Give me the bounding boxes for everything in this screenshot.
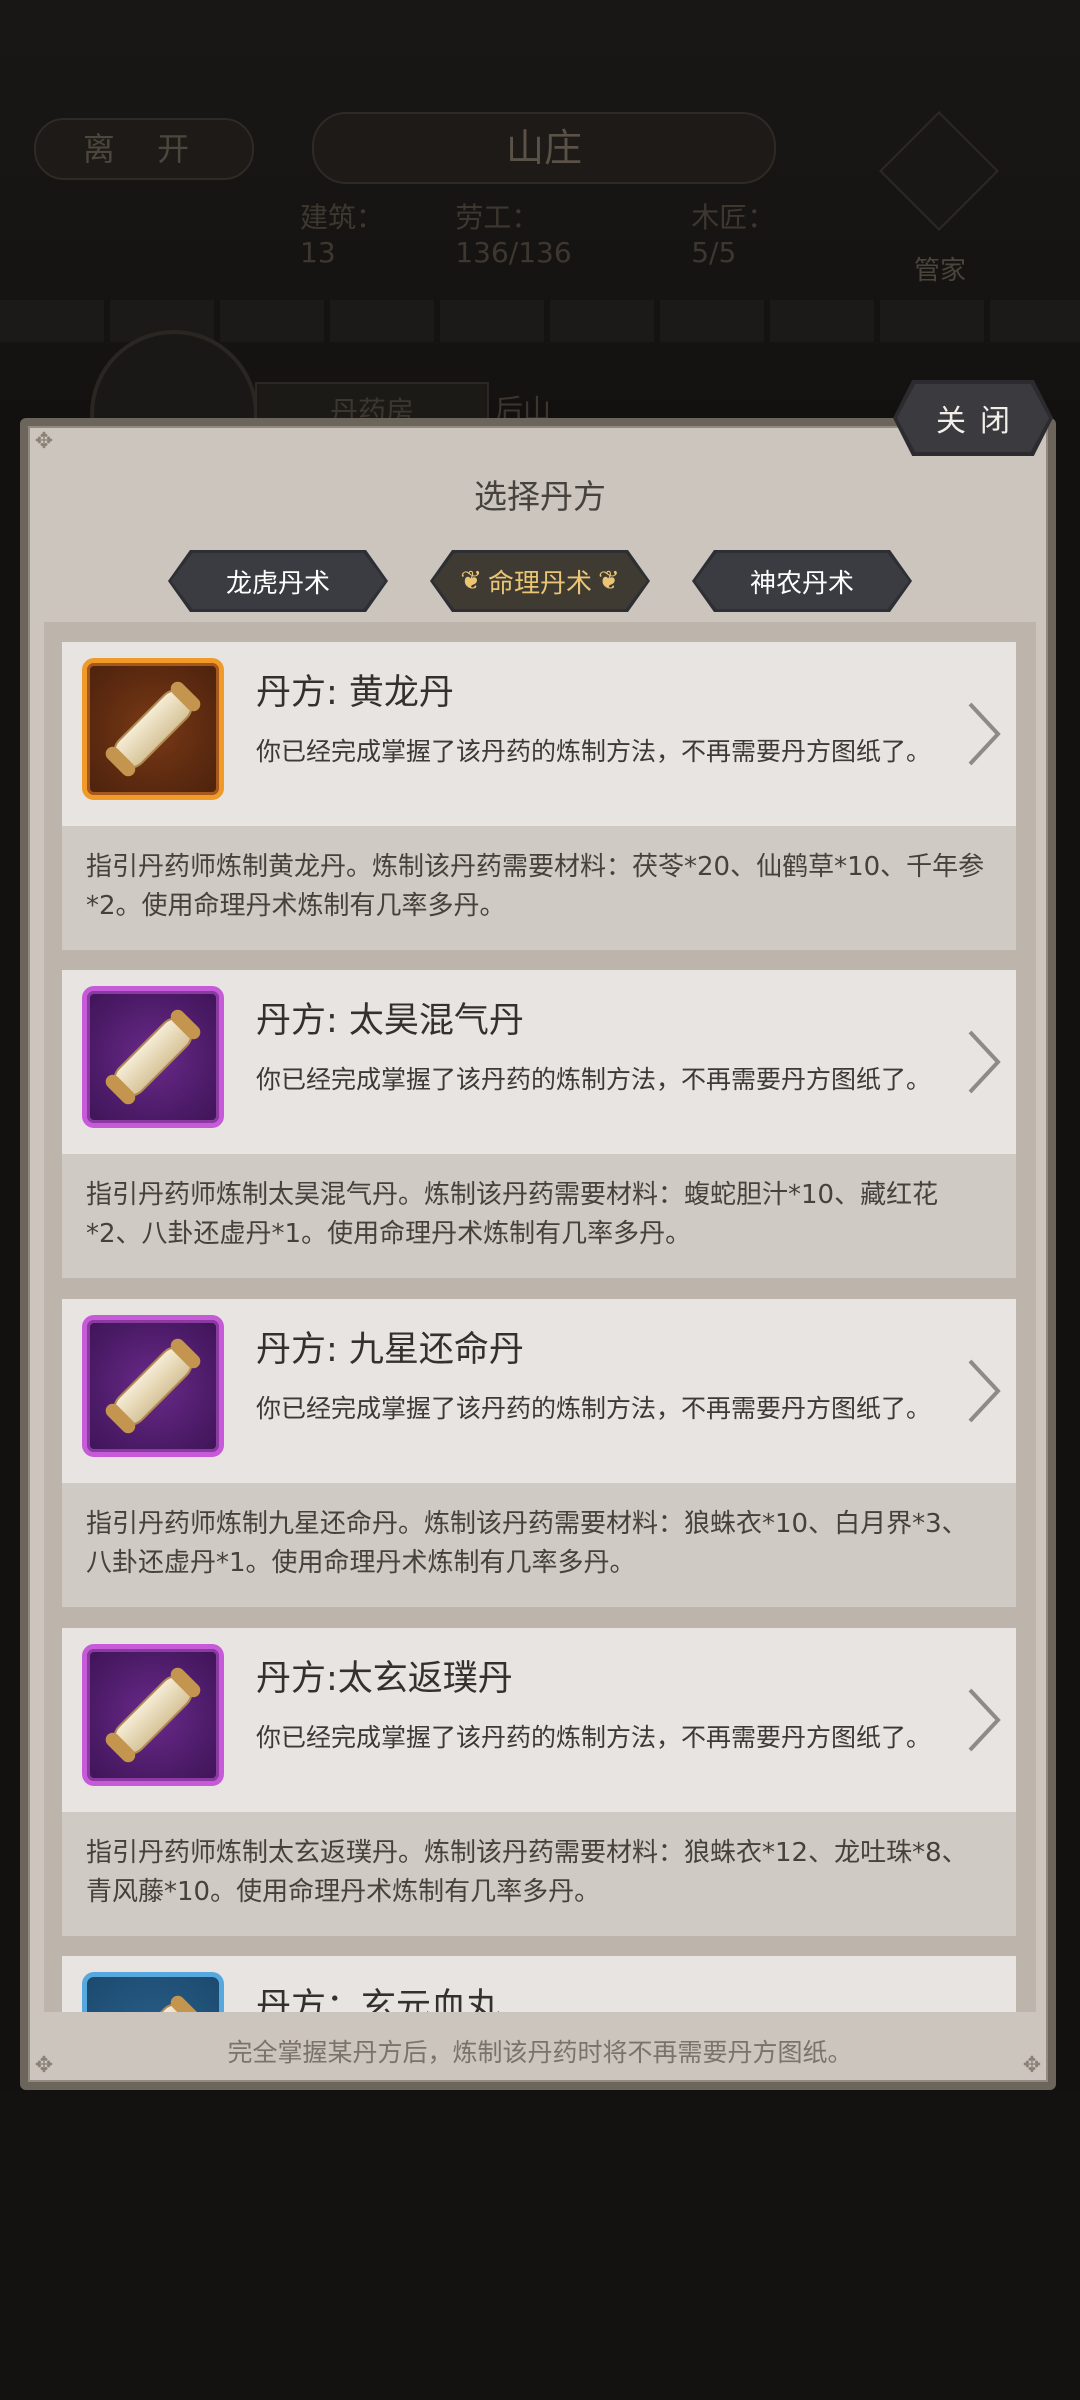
tab-mingli[interactable]: ❦ 命理丹术 ❦ [430, 550, 650, 612]
chevron-right-icon[interactable] [958, 1353, 1008, 1429]
recipe-status: 你已经完成掌握了该丹药的炼制方法，不再需要丹方图纸了。 [256, 1723, 932, 1752]
recipe-description-box: 指引丹药师炼制九星还命丹。炼制该丹药需要材料：狼蛛衣*10、白月界*3、八卦还虚… [62, 1483, 1016, 1607]
recipe-list[interactable]: 丹方: 黄龙丹 你已经完成掌握了该丹药的炼制方法，不再需要丹方图纸了。 指引丹药… [44, 622, 1036, 2012]
leave-button[interactable]: 离 开 [34, 118, 254, 180]
recipe-header[interactable]: 丹方: 黄龙丹 你已经完成掌握了该丹药的炼制方法，不再需要丹方图纸了。 [62, 642, 1016, 826]
recipe-name: 丹方: 黄龙丹 [256, 673, 454, 713]
footer-note: 完全掌握某丹方后，炼制该丹药时将不再需要丹方图纸。 [227, 2038, 853, 2067]
recipe-scroll-icon [82, 986, 224, 1128]
tab-label: 命理丹术 [487, 568, 592, 599]
stat-carpenters: 木匠：5/5 [691, 201, 776, 269]
recipe-description-box: 指引丹药师炼制太玄返璞丹。炼制该丹药需要材料：狼蛛衣*12、龙吐珠*8、青风藤*… [62, 1812, 1016, 1936]
recipe-header[interactable]: 丹方: 太昊混气丹 你已经完成掌握了该丹药的炼制方法，不再需要丹方图纸了。 [62, 970, 1016, 1154]
stat-buildings: 建筑：13 [300, 201, 385, 269]
tab-longhu[interactable]: 龙虎丹术 [168, 550, 388, 612]
tab-shennong[interactable]: 神农丹术 [692, 550, 912, 612]
recipe-description: 指引丹药师炼制九星还命丹。炼制该丹药需要材料：狼蛛衣*10、白月界*3、八卦还虚… [86, 1509, 968, 1578]
recipe-scroll-icon [82, 658, 224, 800]
location-title: 山庄 [312, 112, 776, 184]
tab-label: 神农丹术 [749, 568, 854, 599]
dialog-title: 选择丹方 [474, 477, 606, 516]
recipe-scroll-icon [82, 1644, 224, 1786]
recipe-description: 指引丹药师炼制黄龙丹。炼制该丹药需要材料：茯苓*20、仙鹤草*10、千年参*2。… [86, 852, 985, 921]
recipe-description: 指引丹药师炼制太昊混气丹。炼制该丹药需要材料：蝮蛇胆汁*10、藏红花*2、八卦还… [86, 1180, 939, 1249]
recipe-description: 指引丹药师炼制太玄返璞丹。炼制该丹药需要材料：狼蛛衣*12、龙吐珠*8、青风藤*… [86, 1838, 968, 1907]
chevron-right-icon[interactable] [958, 1682, 1008, 1758]
chevron-right-icon[interactable] [958, 1024, 1008, 1100]
recipe-header[interactable]: 丹方: 九星还命丹 你已经完成掌握了该丹药的炼制方法，不再需要丹方图纸了。 [62, 1299, 1016, 1483]
recipe-name: 丹方:太玄返璞丹 [256, 1659, 513, 1699]
recipe-name: 丹方: 九星还命丹 [256, 1330, 524, 1370]
recipe-status: 你已经完成掌握了该丹药的炼制方法，不再需要丹方图纸了。 [256, 1394, 932, 1423]
stat-laborers: 劳工：136/136 [455, 201, 572, 269]
recipe-name: 丹方: 太昊混气丹 [256, 1001, 524, 1041]
recipe-description-box: 指引丹药师炼制黄龙丹。炼制该丹药需要材料：茯苓*20、仙鹤草*10、千年参*2。… [62, 826, 1016, 950]
recipe-scroll-icon [82, 1972, 224, 2012]
recipe-status: 你已经完成掌握了该丹药的炼制方法，不再需要丹方图纸了。 [256, 1065, 932, 1094]
recipe-scroll-icon [82, 1315, 224, 1457]
manager-label: 管家 [913, 256, 966, 286]
recipe-description-box: 指引丹药师炼制太昊混气丹。炼制该丹药需要材料：蝮蛇胆汁*10、藏红花*2、八卦还… [62, 1154, 1016, 1278]
close-button-label: 关闭 [936, 404, 1024, 439]
ornament-icon: ❦ [460, 566, 482, 596]
corner-ornament: ✥ [34, 429, 54, 454]
recipe-header[interactable]: 丹方:太玄返璞丹 你已经完成掌握了该丹药的炼制方法，不再需要丹方图纸了。 [62, 1628, 1016, 1812]
tab-label: 龙虎丹术 [225, 568, 330, 599]
close-button[interactable]: 关闭 [893, 380, 1053, 456]
recipe-header[interactable]: 丹方：玄元血丸 [62, 1956, 1016, 2012]
ornament-icon: ❦ [598, 566, 620, 596]
recipe-name: 丹方：玄元血丸 [256, 1987, 502, 2012]
background-bottom [0, 2090, 1080, 2400]
resource-stats: 建筑：13 劳工：136/136 木匠：5/5 [300, 196, 820, 269]
recipe-status: 你已经完成掌握了该丹药的炼制方法，不再需要丹方图纸了。 [256, 737, 932, 766]
chevron-right-icon[interactable] [958, 696, 1008, 772]
